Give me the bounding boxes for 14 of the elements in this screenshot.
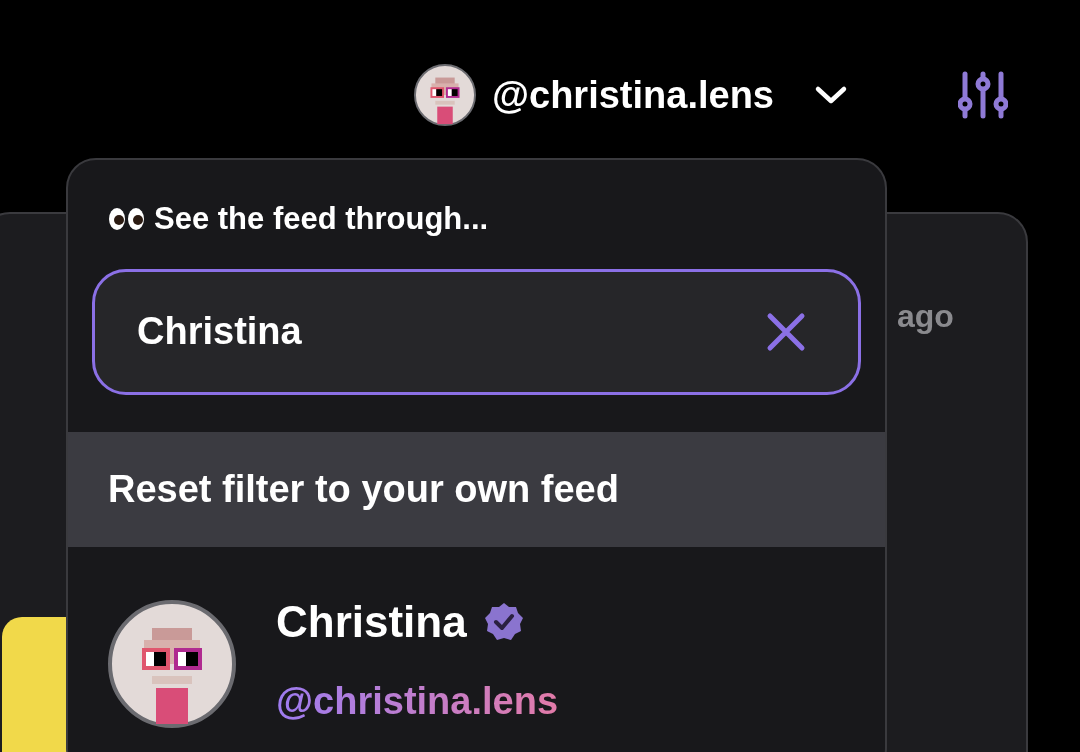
reset-filter-item[interactable]: Reset filter to your own feed bbox=[68, 431, 885, 547]
timestamp: ago bbox=[897, 297, 954, 336]
account-handle[interactable]: @christina.lens bbox=[491, 66, 774, 124]
avatar-icon bbox=[108, 600, 236, 728]
eyes-icon bbox=[108, 206, 146, 233]
user-name: Christina bbox=[276, 595, 467, 648]
search-field[interactable]: Christina bbox=[92, 268, 861, 395]
search-input[interactable]: Christina bbox=[137, 303, 766, 360]
user-result-item[interactable]: Christina @christina.lens bbox=[68, 546, 885, 730]
chevron-down-icon[interactable] bbox=[814, 84, 848, 106]
dropdown-heading: See the feed through... bbox=[154, 200, 489, 238]
close-icon[interactable] bbox=[766, 311, 806, 352]
avatar-icon bbox=[413, 64, 476, 126]
sliders-icon[interactable] bbox=[958, 70, 1008, 120]
